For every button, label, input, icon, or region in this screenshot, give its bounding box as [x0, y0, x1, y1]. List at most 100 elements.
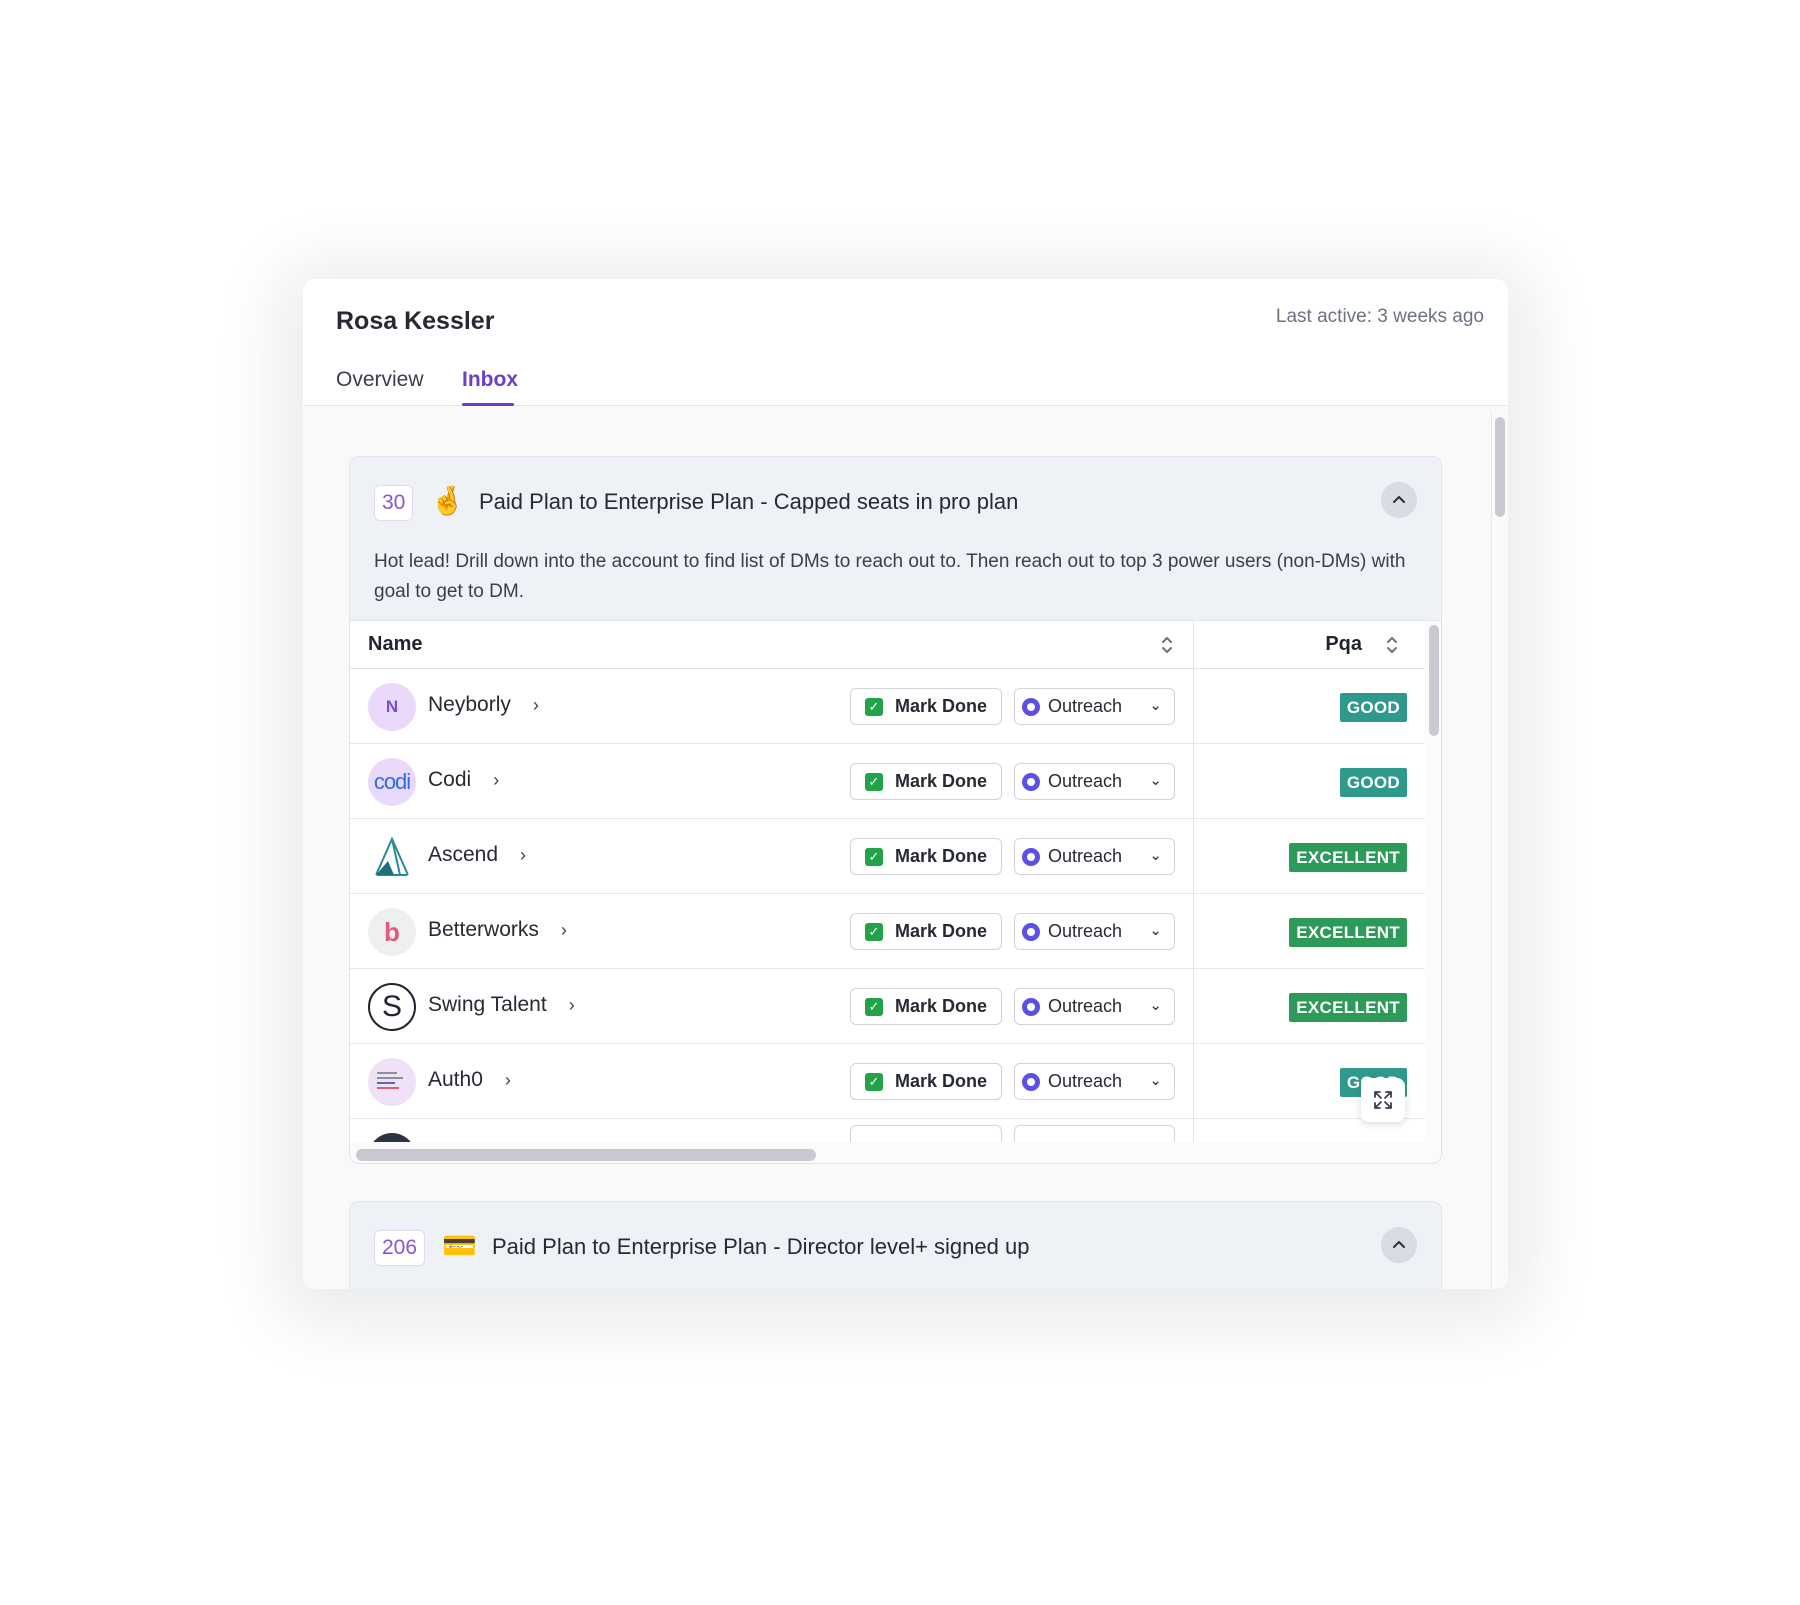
check-icon: ✓ [865, 847, 883, 866]
betterworks-logo: b [368, 908, 416, 956]
sort-icon[interactable] [1385, 634, 1399, 656]
outreach-label: Outreach [1048, 996, 1123, 1016]
table-row[interactable]: b Betterworks › ✓ Mark Done Outreach ⌄ EXCE… [350, 894, 1425, 969]
auth0-logo [368, 1058, 416, 1106]
outreach-label: Outreach [1048, 846, 1123, 866]
table-row[interactable]: codi Codi › ✓ Mark Done Outreach ⌄ GOOD [350, 744, 1425, 819]
column-divider [1193, 621, 1194, 1142]
account-name-link[interactable]: Codi › [428, 768, 499, 792]
avatar [368, 1133, 416, 1142]
user-name: Rosa Kessler [336, 307, 495, 335]
collapse-button[interactable] [1381, 482, 1417, 518]
account-name: Swing Talent [428, 993, 547, 1016]
account-name-link[interactable]: Neyborly › [428, 693, 539, 717]
check-icon: ✓ [865, 772, 883, 791]
collapse-button[interactable] [1381, 1227, 1417, 1263]
last-active-text: Last active: 3 weeks ago [1275, 306, 1484, 327]
neyborly-logo: N [368, 683, 416, 731]
credit-card-icon: 💳 [442, 1230, 477, 1261]
table-row[interactable]: Auth0› ✓Mark Done Outreach⌄ GOOD [350, 1044, 1425, 1119]
table-horizontal-scrollbar-thumb[interactable] [356, 1149, 816, 1161]
table-vertical-scrollbar-thumb[interactable] [1429, 625, 1439, 736]
panel-header: Rosa Kessler Last active: 3 weeks ago Ov… [303, 279, 1508, 406]
chevron-up-icon [1393, 496, 1405, 503]
table-header: Name Pqa [350, 621, 1425, 669]
account-name-link[interactable]: Ascend › [428, 843, 526, 867]
table-horizontal-scrollbar[interactable] [350, 1142, 1441, 1163]
mark-done-button[interactable]: ✓ Mark Done [850, 988, 1002, 1025]
mark-done-label: Mark Done [895, 846, 988, 866]
ascend-logo [368, 833, 416, 881]
outreach-dropdown[interactable]: Outreach ⌄ [1014, 913, 1175, 950]
account-name-link[interactable]: Auth0 › [428, 1068, 511, 1092]
play-title: Paid Plan to Enterprise Plan - Capped se… [479, 489, 1019, 514]
table-row[interactable]: N Neyborly › ✓ Mark Done Outreach ⌄ GOOD [350, 669, 1425, 744]
content-scrollbar[interactable] [1491, 411, 1505, 1289]
table-row[interactable]: S Swing Talent › ✓ Mark Done Outreach ⌄ EXC… [350, 969, 1425, 1044]
sort-icon[interactable] [1160, 634, 1174, 656]
chevron-up-icon [1393, 1241, 1405, 1248]
chevron-right-icon: › [504, 1070, 511, 1090]
mark-done-label: Mark Done [895, 771, 988, 791]
chevron-right-icon: › [568, 995, 575, 1015]
check-icon: ✓ [865, 922, 883, 941]
pqa-badge: GOOD [1339, 768, 1407, 797]
mark-done-button[interactable]: ✓ Mark Done [850, 1063, 1002, 1100]
account-name: Neyborly [428, 693, 511, 716]
column-header-name[interactable]: Name [368, 633, 422, 656]
expand-table-button[interactable] [1361, 1078, 1405, 1122]
outreach-icon [1022, 697, 1040, 716]
outreach-dropdown[interactable]: Outreach ⌄ [1014, 838, 1175, 875]
play-count-badge: 206 [374, 1230, 426, 1266]
column-header-pqa[interactable]: Pqa [1325, 633, 1362, 656]
outreach-label: Outreach [1048, 771, 1123, 791]
outreach-label: Outreach [1048, 1071, 1123, 1091]
table-row[interactable]: Ascend › ✓ Mark Done Outreach ⌄ EXCELLENT [350, 819, 1425, 894]
play-count-badge: 30 [374, 485, 414, 521]
mark-done-button[interactable]: ✓ Mark Done [850, 913, 1002, 950]
swing-talent-logo: S [368, 983, 416, 1031]
play-card: 30 🤞 Paid Plan to Enterprise Plan - Capp… [349, 456, 1442, 1164]
chevron-right-icon: › [493, 770, 500, 790]
mark-done-button[interactable]: ✓ Mark Done [850, 688, 1002, 725]
user-panel: Rosa Kessler Last active: 3 weeks ago Ov… [303, 279, 1508, 1289]
chevron-down-icon: ⌄ [1149, 772, 1162, 789]
account-name: Betterworks [428, 918, 539, 941]
account-name-link[interactable]: Betterworks › [428, 918, 567, 942]
table-row[interactable] [350, 1119, 1425, 1142]
play-card: 206 💳 Paid Plan to Enterprise Plan - Dir… [349, 1201, 1442, 1289]
mark-done-button[interactable]: ✓ Mark Done [850, 763, 1002, 800]
outreach-icon [1022, 847, 1040, 866]
content-scrollbar-thumb[interactable] [1495, 417, 1505, 517]
chevron-down-icon: ⌄ [1149, 847, 1162, 864]
mark-done-button[interactable] [850, 1125, 1002, 1142]
outreach-icon [1022, 997, 1040, 1016]
account-name-link[interactable]: Swing Talent › [428, 993, 575, 1017]
outreach-dropdown[interactable]: Outreach ⌄ [1014, 763, 1175, 800]
chevron-right-icon: › [520, 845, 527, 865]
tab-inbox[interactable]: Inbox [462, 368, 518, 392]
play-title: Paid Plan to Enterprise Plan - Director … [492, 1234, 1030, 1259]
check-icon: ✓ [865, 997, 883, 1016]
play-description: Hot lead! Drill down into the account to… [374, 551, 1406, 602]
account-name: Codi [428, 768, 472, 791]
mark-done-label: Mark Done [895, 921, 988, 941]
outreach-icon [1022, 772, 1040, 791]
accounts-table: Name Pqa N Neyborly › ✓ Mark Done Outreach… [350, 620, 1441, 1163]
mark-done-button[interactable]: ✓ Mark Done [850, 838, 1002, 875]
pqa-badge: EXCELLENT [1289, 993, 1407, 1022]
table-vertical-scrollbar[interactable] [1425, 621, 1441, 1142]
pqa-badge: GOOD [1339, 693, 1407, 722]
tab-overview[interactable]: Overview [336, 368, 424, 392]
outreach-dropdown[interactable]: Outreach ⌄ [1014, 988, 1175, 1025]
outreach-label: Outreach [1048, 921, 1123, 941]
outreach-dropdown[interactable]: Outreach ⌄ [1014, 1063, 1175, 1100]
outreach-icon [1022, 922, 1040, 941]
pqa-badge: EXCELLENT [1289, 918, 1407, 947]
expand-icon [1374, 1091, 1392, 1109]
outreach-dropdown[interactable] [1014, 1125, 1175, 1142]
codi-logo: codi [368, 758, 416, 806]
account-name: Ascend [428, 843, 499, 866]
outreach-dropdown[interactable]: Outreach ⌄ [1014, 688, 1175, 725]
account-name: Auth0 [428, 1068, 483, 1091]
